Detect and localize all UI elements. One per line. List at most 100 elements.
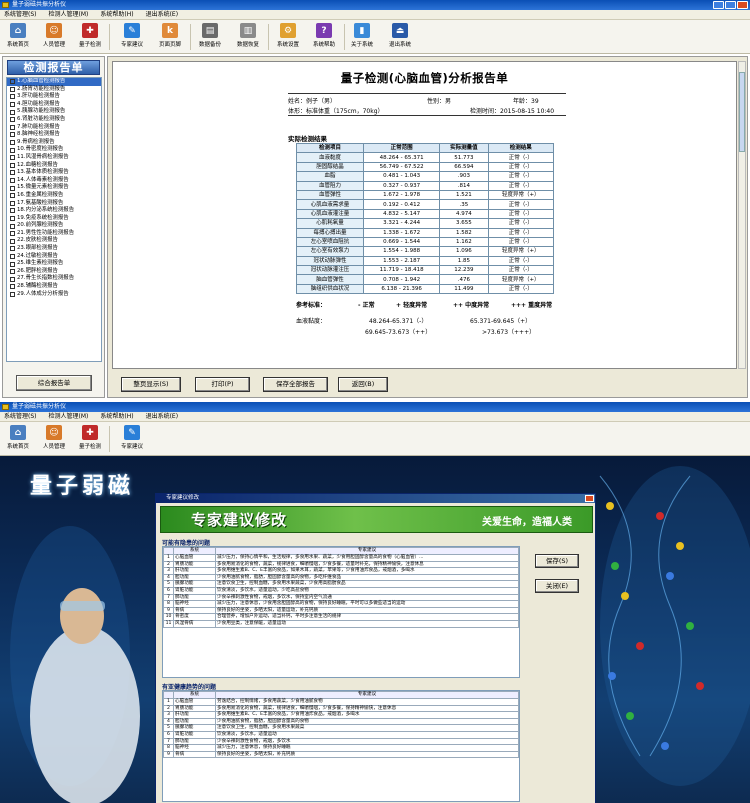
toolbar-settings[interactable]: ⚙ 系统设置 [270, 23, 306, 48]
toolbar2-advice[interactable]: ✎ 专家建议 [114, 425, 150, 450]
checkbox[interactable] [10, 269, 15, 275]
advice-row[interactable]: 4 胆功能 少食用油腻食物，脂肪，胆固醇含量高的食物，多吃纤维食品 [163, 573, 519, 582]
close-dialog-button[interactable]: 关闭(E) [535, 579, 579, 593]
checkbox[interactable] [10, 94, 15, 100]
advice-row[interactable]: 2 胃肠功能 多食用易消化的食物，蔬菜，规律进食，细嚼慢咽，少食多餐，适量时补充，保… [163, 560, 519, 569]
subhealth-advice-table[interactable]: 系统 专家建议 1 心脑血管 劳逸结合，控制情绪，多食用蔬菜，少食用油腻食物 2 胃肠功能… [162, 690, 520, 802]
close-button[interactable] [737, 1, 748, 9]
advice-row[interactable]: 6 肾脏功能 饮食清淡，多饮水，适量运动 [163, 730, 519, 739]
checkbox[interactable] [10, 193, 15, 199]
summary-report-button[interactable]: 综合报告单 [16, 375, 92, 391]
checkbox[interactable] [10, 246, 15, 252]
report-list-item[interactable]: 22.皮肤检测报告 [7, 237, 101, 245]
toolbar-home[interactable]: ⌂ 系统首页 [0, 23, 36, 48]
checkbox[interactable] [10, 178, 15, 184]
save-all-button[interactable]: 保存全部报告 [263, 377, 328, 392]
print-button[interactable]: 打印(P) [195, 377, 250, 392]
advice-row[interactable]: 8 脑神经 减少压力，注意休息，少食用含胆固醇高的食物，保持良好睡眠，平时可以多做些… [163, 600, 519, 608]
save-button[interactable]: 保存(S) [535, 554, 579, 568]
toolbar2-home[interactable]: ⌂ 系统首页 [0, 425, 36, 450]
menu-exit[interactable]: 退出系统(E) [146, 10, 178, 19]
report-scrollbar[interactable] [738, 61, 746, 369]
advice-row[interactable]: 7 肺功能 少食辛辣刺激性食物，戒烟，多饮水 [163, 737, 519, 746]
menu-system-2[interactable]: 系统管理(S) [4, 412, 37, 421]
report-list-item[interactable]: 1.心脑血管检测报告 [7, 78, 101, 86]
menu-person[interactable]: 检测人管理(M) [49, 10, 89, 19]
checkbox[interactable] [10, 261, 15, 267]
menu-help-2[interactable]: 系统帮助(H) [100, 412, 133, 421]
report-list-item[interactable]: 8.脑神经检测报告 [7, 131, 101, 139]
report-list-item[interactable]: 23.眼部检测报告 [7, 245, 101, 253]
advice-row[interactable]: 1 心脑血管 劳逸结合，控制情绪，多食用蔬菜，少食用油腻食物 [163, 698, 519, 706]
advice-row[interactable]: 5 胰腺功能 注意饮食卫生，控制血糖，多食用水果蔬菜 [163, 724, 519, 732]
advice-row[interactable]: 4 胆功能 少食用油腻食物，脂肪，胆固醇含量高的食物 [163, 717, 519, 726]
maximize-button[interactable] [725, 1, 736, 9]
checkbox[interactable] [10, 124, 15, 130]
advice-row[interactable]: 9 骨病 保持良好的坐姿，多晒太阳，适量运动，补充钙质 [163, 606, 519, 615]
report-list-item[interactable]: 10.骨密度检测报告 [7, 146, 101, 154]
report-list-item[interactable]: 5.胰腺功能检测报告 [7, 108, 101, 116]
advice-row[interactable]: 1 心脑血管 减少压力，保持心情平和，生活规律，多食用水果、蔬菜，少食用胆固醇含量高… [163, 554, 519, 562]
checkbox[interactable] [10, 200, 15, 206]
report-list-item[interactable]: 15.微量元素检测报告 [7, 184, 101, 192]
fullpage-button[interactable]: 整页显示(S) [121, 377, 181, 392]
menu-exit-2[interactable]: 退出系统(E) [146, 412, 178, 421]
report-list-item[interactable]: 17.氨基酸检测报告 [7, 200, 101, 208]
menu-system[interactable]: 系统管理(S) [4, 10, 37, 19]
menu-help[interactable]: 系统帮助(H) [100, 10, 133, 19]
toolbar2-detect[interactable]: ✚ 量子检测 [72, 425, 108, 450]
advice-row[interactable]: 2 胃肠功能 多食用易消化的食物，蔬菜，规律进食，细嚼慢咽，少食多餐，保持精神愉快，… [163, 704, 519, 713]
report-list-item[interactable]: 3.肝功能检测报告 [7, 93, 101, 101]
checkbox[interactable] [10, 185, 15, 191]
checkbox[interactable] [10, 215, 15, 221]
toolbar-backup[interactable]: ▤ 数据备份 [192, 23, 228, 48]
advice-row[interactable]: 9 骨病 保持良好的坐姿，多晒太阳，补充钙质 [163, 750, 519, 759]
advice-row[interactable]: 8 脑神经 减少压力，注意休息，保持良好睡眠 [163, 744, 519, 752]
checkbox[interactable] [10, 117, 15, 123]
dialog-close-button[interactable] [585, 495, 594, 502]
checkbox[interactable] [10, 284, 15, 290]
toolbar-page[interactable]: k 页面页脚 [152, 23, 188, 48]
report-list-item[interactable]: 29.人体成分分析报告 [7, 291, 101, 299]
toolbar-people[interactable]: ☺ 人员管理 [36, 23, 72, 48]
report-list-item[interactable]: 12.血糖检测报告 [7, 162, 101, 170]
report-list-item[interactable]: 18.内分泌系统检测报告 [7, 207, 101, 215]
advice-row[interactable]: 6 肾脏功能 饮食清淡，多饮水，适量运动，少吃高盐食物 [163, 586, 519, 595]
advice-row[interactable]: 5 胰腺功能 注意饮食卫生，控制血糖，多食用水果蔬菜，少食用高脂肪食品 [163, 580, 519, 588]
checkbox[interactable] [10, 79, 15, 85]
checkbox[interactable] [10, 253, 15, 259]
risk-advice-table[interactable]: 系统 专家建议 1 心脑血管 减少压力，保持心情平和，生活规律，多食用水果、蔬菜，少食… [162, 546, 520, 678]
toolbar-help[interactable]: ? 系统帮助 [306, 23, 342, 48]
advice-row[interactable]: 10 骨密度 合理营养，增加户外运动，适当补钙，平时多注意生活的规律 [163, 613, 519, 621]
checkbox[interactable] [10, 147, 15, 153]
toolbar2-people[interactable]: ☺ 人员管理 [36, 425, 72, 450]
advice-row[interactable]: 11 风湿骨病 少食用豆类，注意保暖，适量运动 [163, 619, 519, 628]
checkbox[interactable] [10, 155, 15, 161]
checkbox[interactable] [10, 170, 15, 176]
checkbox[interactable] [10, 86, 15, 92]
checkbox[interactable] [10, 140, 15, 146]
checkbox[interactable] [10, 162, 15, 168]
toolbar-about[interactable]: ▮ 关于系统 [344, 23, 380, 48]
advice-row[interactable]: 3 肝功能 多食用维生素B、C、E丰富的食品，如果木耳，蔬菜，苹果等，少食用油炸食品… [163, 567, 519, 575]
checkbox[interactable] [10, 102, 15, 108]
checkbox[interactable] [10, 276, 15, 282]
report-list-item[interactable]: 27.骨生长指数检测报告 [7, 275, 101, 283]
advice-row[interactable]: 7 肺功能 少食辛辣刺激性食物，戒烟，多饮水，保持室内空气流通 [163, 593, 519, 602]
report-list-item[interactable]: 16.重金属检测报告 [7, 192, 101, 200]
checkbox[interactable] [10, 223, 15, 229]
toolbar-advice[interactable]: ✎ 专家建议 [114, 23, 150, 48]
menu-person-2[interactable]: 检测人管理(M) [49, 412, 89, 421]
checkbox[interactable] [10, 291, 15, 297]
minimize-button[interactable] [713, 1, 724, 9]
checkbox[interactable] [10, 132, 15, 138]
toolbar-exit[interactable]: ⏏ 退出系统 [382, 23, 418, 48]
toolbar-detect[interactable]: ✚ 量子检测 [72, 23, 108, 48]
report-list-item[interactable]: 20.前列腺检测报告 [7, 222, 101, 230]
report-list-item[interactable]: 28.辅酶检测报告 [7, 283, 101, 291]
report-list-item[interactable]: 6.肾脏功能检测报告 [7, 116, 101, 124]
advice-row[interactable]: 3 肝功能 多食用维生素B、C、E丰富的食品，少食用油炸食品，戒烟酒，多喝水 [163, 711, 519, 719]
checkbox[interactable] [10, 109, 15, 115]
checkbox[interactable] [10, 238, 15, 244]
back-button[interactable]: 返回(B) [338, 377, 388, 392]
